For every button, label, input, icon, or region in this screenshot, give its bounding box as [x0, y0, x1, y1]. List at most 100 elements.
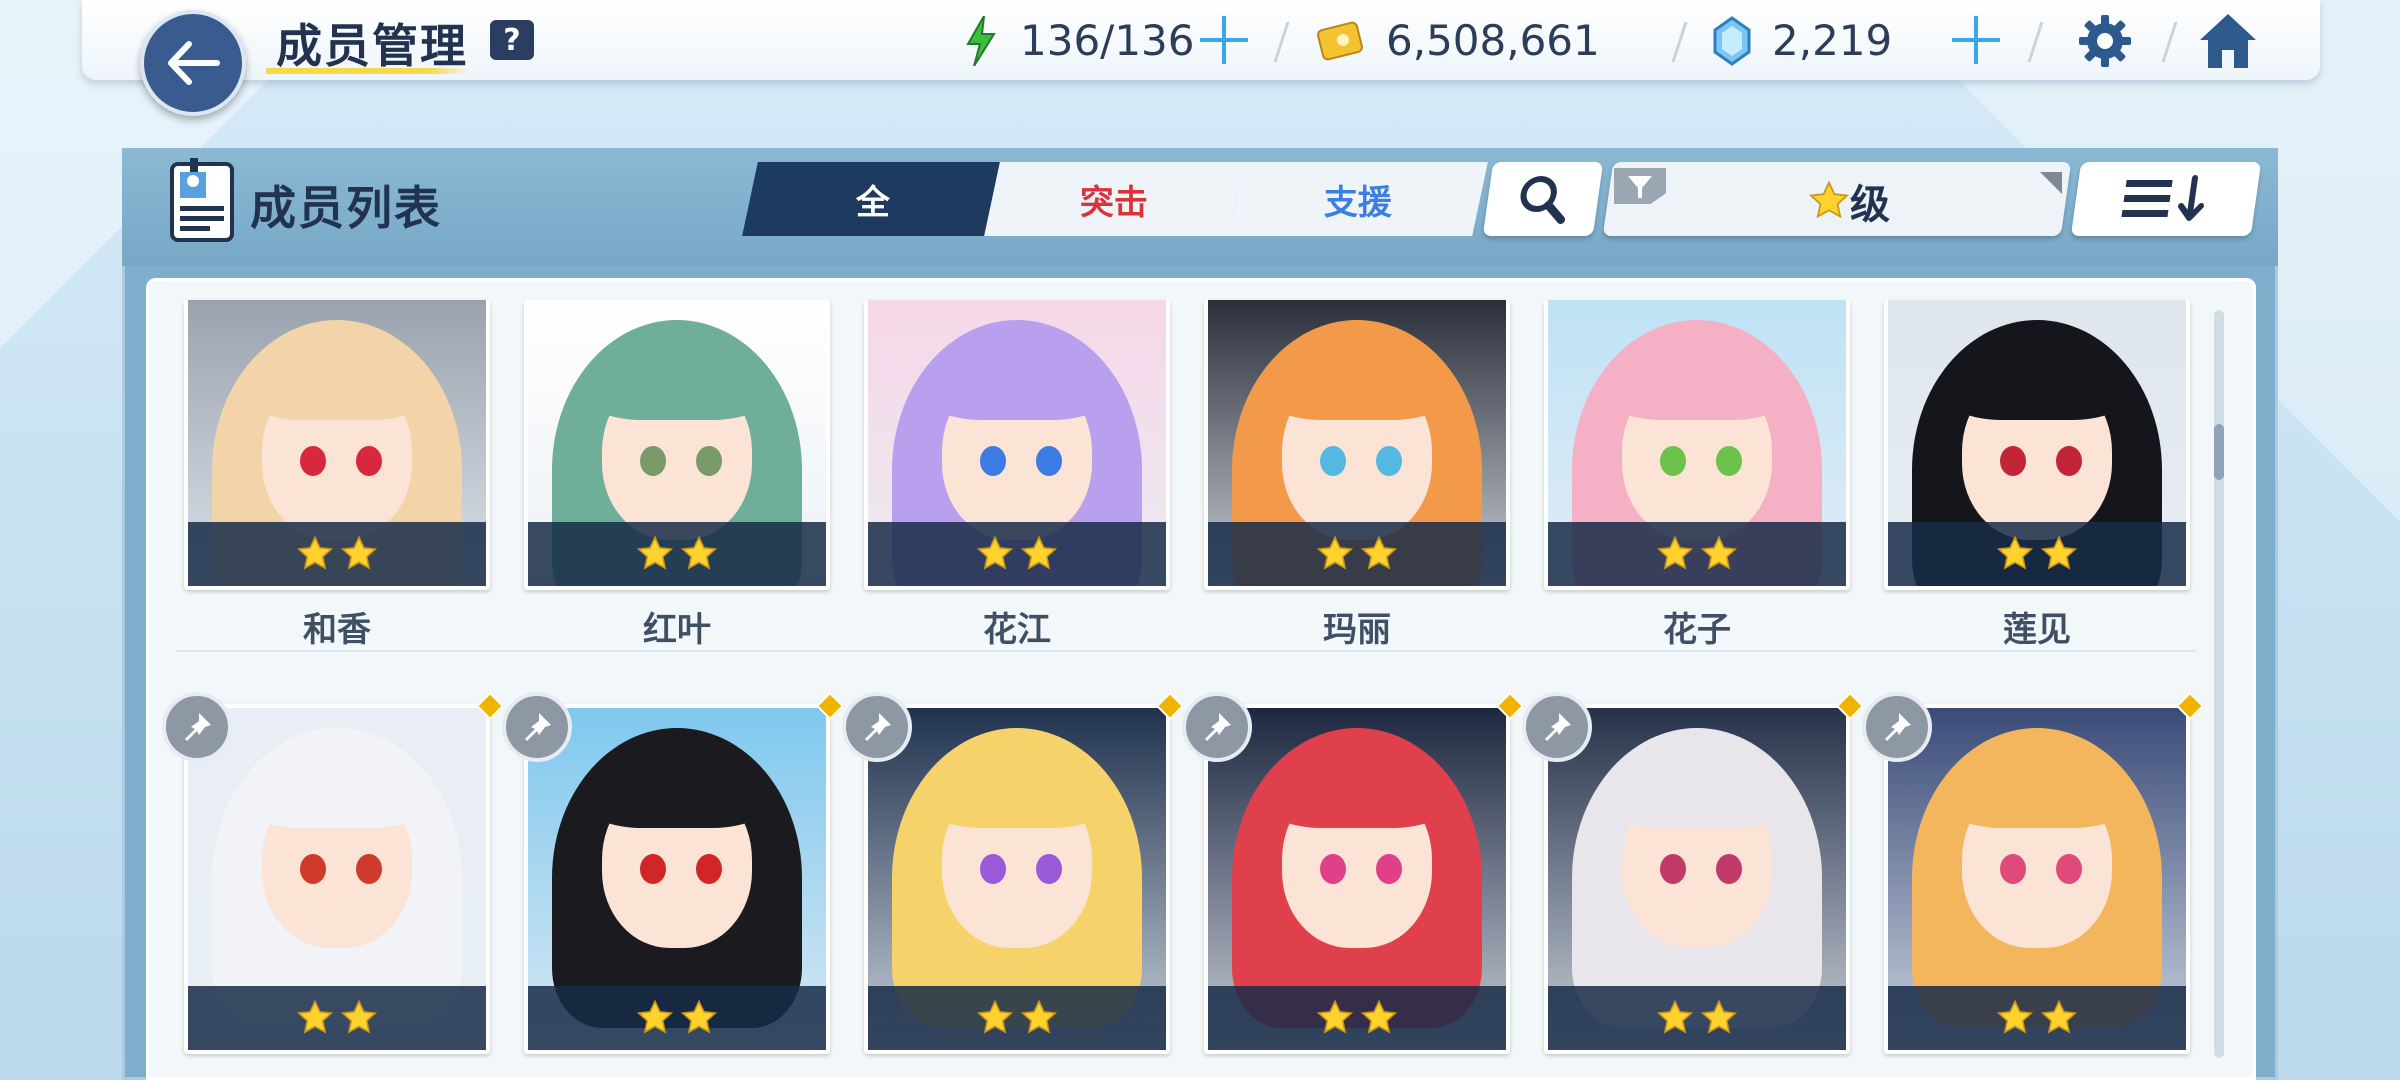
- member-card[interactable]: [1884, 704, 2190, 1054]
- member-name: 玛丽: [1323, 610, 1391, 650]
- eye: [300, 854, 326, 884]
- eye: [1716, 446, 1742, 476]
- bangs: [587, 748, 767, 828]
- star-icon: [1808, 180, 1850, 219]
- dropdown-corner-icon: [2040, 172, 2062, 194]
- tab-all[interactable]: 全: [742, 162, 1004, 236]
- member-card[interactable]: [1204, 704, 1510, 1054]
- eye: [1716, 854, 1742, 884]
- member-card[interactable]: [524, 704, 830, 1054]
- filter-icon[interactable]: [1614, 168, 1666, 204]
- eye: [640, 446, 666, 476]
- eye: [1660, 854, 1686, 884]
- star-icon: [340, 999, 378, 1037]
- eye: [1376, 854, 1402, 884]
- sort-label-text: 级: [1850, 182, 1890, 228]
- star-icon: [2040, 535, 2078, 573]
- add-gems-button[interactable]: [1950, 14, 2002, 66]
- member-card[interactable]: [1544, 300, 1850, 590]
- pin-icon: [1885, 713, 1911, 741]
- title-underline: [266, 68, 470, 74]
- pin-button[interactable]: [1522, 692, 1592, 762]
- member-card[interactable]: [184, 704, 490, 1054]
- star-icon: [1360, 535, 1398, 573]
- eye: [2000, 854, 2026, 884]
- member-card[interactable]: [524, 300, 830, 590]
- back-button[interactable]: [140, 10, 246, 116]
- pin-icon: [1205, 713, 1231, 741]
- member-card[interactable]: [1544, 704, 1850, 1054]
- eye: [980, 446, 1006, 476]
- star-rating: [1888, 986, 2186, 1050]
- settings-button[interactable]: [2076, 12, 2134, 70]
- gem-icon: [1712, 16, 1752, 66]
- sort-order-button[interactable]: [2070, 162, 2262, 236]
- eye: [1660, 446, 1686, 476]
- pin-button[interactable]: [162, 692, 232, 762]
- bangs: [247, 748, 427, 828]
- member-card[interactable]: [1884, 300, 2190, 590]
- pin-button[interactable]: [842, 692, 912, 762]
- pin-button[interactable]: [1182, 692, 1252, 762]
- scrollbar-track[interactable]: [2214, 310, 2224, 1058]
- member-card[interactable]: [1204, 300, 1510, 590]
- star-icon: [1700, 535, 1738, 573]
- credit-icon: [1316, 20, 1366, 62]
- star-icon: [340, 535, 378, 573]
- star-icon: [1996, 535, 2034, 573]
- member-name: 花江: [983, 610, 1051, 650]
- star-rating: [1548, 986, 1846, 1050]
- star-icon: [976, 535, 1014, 573]
- bangs: [1607, 748, 1787, 828]
- star-rating: [1888, 522, 2186, 586]
- scrollbar-thumb[interactable]: [2214, 424, 2224, 480]
- pin-button[interactable]: [502, 692, 572, 762]
- member-card[interactable]: [184, 300, 490, 590]
- home-button[interactable]: [2196, 10, 2260, 72]
- star-icon: [1996, 999, 2034, 1037]
- search-button[interactable]: [1482, 162, 1604, 236]
- star-icon: [636, 999, 674, 1037]
- eye: [1320, 446, 1346, 476]
- tab-striker[interactable]: 突击: [984, 162, 1244, 236]
- add-stamina-button[interactable]: [1198, 14, 1250, 66]
- star-rating: [1208, 522, 1506, 586]
- pin-button[interactable]: [1862, 692, 1932, 762]
- eye: [1320, 854, 1346, 884]
- star-rating: [188, 986, 486, 1050]
- member-card-icon: [168, 158, 236, 242]
- bangs: [1267, 748, 1447, 828]
- arrow-left-icon: [168, 41, 220, 85]
- star-icon: [1656, 999, 1694, 1037]
- page-title: 成员管理: [276, 19, 468, 73]
- bangs: [1947, 340, 2127, 420]
- sort-descending-icon: [2121, 175, 2205, 221]
- bangs: [587, 340, 767, 420]
- star-icon: [680, 535, 718, 573]
- credits-value: 6,508,661: [1386, 15, 1600, 65]
- star-icon: [680, 999, 718, 1037]
- member-name: 和香: [303, 610, 371, 650]
- panel-title: 成员列表: [250, 181, 442, 235]
- eye: [1036, 446, 1062, 476]
- star-icon: [1020, 999, 1058, 1037]
- stamina-icon: [966, 15, 996, 67]
- star-rating: [1208, 986, 1506, 1050]
- star-icon: [296, 999, 334, 1037]
- eye: [696, 446, 722, 476]
- star-rating: [868, 986, 1166, 1050]
- eye: [980, 854, 1006, 884]
- eye: [1036, 854, 1062, 884]
- tab-label: 突击: [1080, 182, 1148, 223]
- member-card[interactable]: [864, 704, 1170, 1054]
- star-icon: [1316, 535, 1354, 573]
- eye: [2056, 446, 2082, 476]
- tab-special[interactable]: 支援: [1228, 162, 1488, 236]
- help-button[interactable]: ?: [490, 20, 534, 60]
- gems-value: 2,219: [1772, 15, 1893, 65]
- home-icon: [2200, 14, 2256, 68]
- bangs: [1607, 340, 1787, 420]
- bangs: [1267, 340, 1447, 420]
- star-icon: [2040, 999, 2078, 1037]
- member-card[interactable]: [864, 300, 1170, 590]
